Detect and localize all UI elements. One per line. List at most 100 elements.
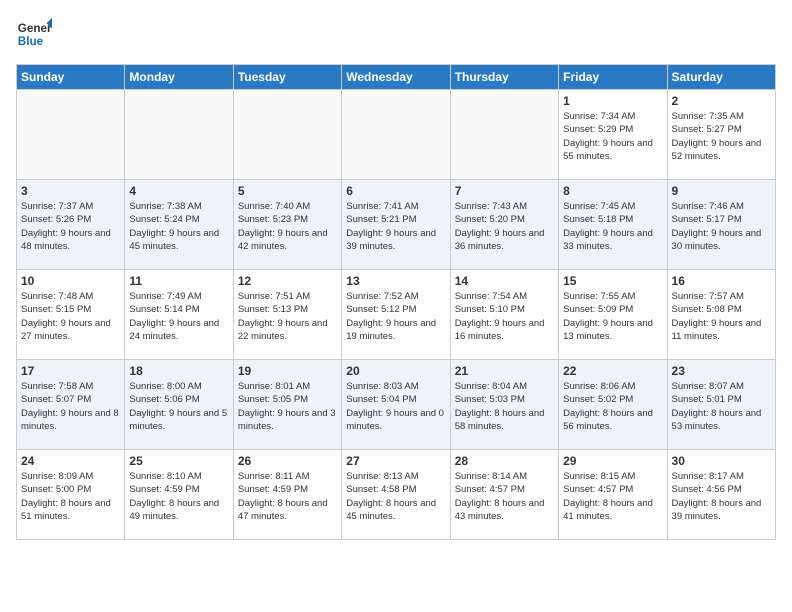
day-info: Sunrise: 7:57 AMSunset: 5:08 PMDaylight:… xyxy=(672,290,771,343)
day-number: 13 xyxy=(346,274,445,288)
calendar-cell: 30 Sunrise: 8:17 AMSunset: 4:56 PMDayligh… xyxy=(667,450,775,540)
day-number: 10 xyxy=(21,274,120,288)
day-info: Sunrise: 7:52 AMSunset: 5:12 PMDaylight:… xyxy=(346,290,445,343)
calendar-cell: 23Sunrise: 8:07 AMSunset: 5:01 PMDayligh… xyxy=(667,360,775,450)
day-info: Sunrise: 8:01 AMSunset: 5:05 PMDaylight:… xyxy=(238,380,337,433)
day-number: 8 xyxy=(563,184,662,198)
weekday-header: Friday xyxy=(559,65,667,90)
day-number: 16 xyxy=(672,274,771,288)
day-number: 4 xyxy=(129,184,228,198)
day-number: 7 xyxy=(455,184,554,198)
day-number: 6 xyxy=(346,184,445,198)
day-info: Sunrise: 8:17 AMSunset: 4:56 PMDaylight:… xyxy=(672,470,771,523)
calendar-cell: 2 Sunrise: 7:35 AMSunset: 5:27 PMDaylight… xyxy=(667,90,775,180)
calendar-cell: 19 Sunrise: 8:01 AMSunset: 5:05 PMDayligh… xyxy=(233,360,341,450)
calendar-cell: 28 Sunrise: 8:14 AMSunset: 4:57 PMDayligh… xyxy=(450,450,558,540)
day-info: Sunrise: 7:49 AMSunset: 5:14 PMDaylight:… xyxy=(129,290,228,343)
logo-icon: General Blue xyxy=(16,16,52,52)
calendar-cell: 15Sunrise: 7:55 AMSunset: 5:09 PMDayligh… xyxy=(559,270,667,360)
day-info: Sunrise: 7:34 AMSunset: 5:29 PMDaylight:… xyxy=(563,110,662,163)
day-info: Sunrise: 8:06 AMSunset: 5:02 PMDaylight:… xyxy=(563,380,662,433)
day-info: Sunrise: 7:40 AMSunset: 5:23 PMDaylight:… xyxy=(238,200,337,253)
calendar-cell: 10 Sunrise: 7:48 AMSunset: 5:15 PMDayligh… xyxy=(17,270,125,360)
day-info: Sunrise: 7:45 AMSunset: 5:18 PMDaylight:… xyxy=(563,200,662,253)
calendar-cell xyxy=(450,90,558,180)
calendar-cell xyxy=(17,90,125,180)
calendar-cell: 7 Sunrise: 7:43 AMSunset: 5:20 PMDaylight… xyxy=(450,180,558,270)
calendar-cell: 24 Sunrise: 8:09 AMSunset: 5:00 PMDayligh… xyxy=(17,450,125,540)
page-header: General Blue xyxy=(16,16,776,52)
calendar-cell: 13 Sunrise: 7:52 AMSunset: 5:12 PMDayligh… xyxy=(342,270,450,360)
calendar-cell: 12 Sunrise: 7:51 AMSunset: 5:13 PMDayligh… xyxy=(233,270,341,360)
day-number: 27 xyxy=(346,454,445,468)
calendar-cell xyxy=(233,90,341,180)
day-info: Sunrise: 7:54 AMSunset: 5:10 PMDaylight:… xyxy=(455,290,554,343)
day-number: 3 xyxy=(21,184,120,198)
calendar-cell: 9Sunrise: 7:46 AMSunset: 5:17 PMDaylight… xyxy=(667,180,775,270)
day-number: 15 xyxy=(563,274,662,288)
day-number: 25 xyxy=(129,454,228,468)
calendar-table: SundayMondayTuesdayWednesdayThursdayFrid… xyxy=(16,64,776,540)
calendar-week-row: 24 Sunrise: 8:09 AMSunset: 5:00 PMDayligh… xyxy=(17,450,776,540)
day-number: 19 xyxy=(238,364,337,378)
day-number: 29 xyxy=(563,454,662,468)
day-number: 12 xyxy=(238,274,337,288)
calendar-body: 1 Sunrise: 7:34 AMSunset: 5:29 PMDaylight… xyxy=(17,90,776,540)
day-info: Sunrise: 7:43 AMSunset: 5:20 PMDaylight:… xyxy=(455,200,554,253)
calendar-cell: 5 Sunrise: 7:40 AMSunset: 5:23 PMDaylight… xyxy=(233,180,341,270)
day-number: 14 xyxy=(455,274,554,288)
day-info: Sunrise: 7:37 AMSunset: 5:26 PMDaylight:… xyxy=(21,200,120,253)
day-info: Sunrise: 8:00 AMSunset: 5:06 PMDaylight:… xyxy=(129,380,228,433)
day-info: Sunrise: 7:35 AMSunset: 5:27 PMDaylight:… xyxy=(672,110,771,163)
day-number: 24 xyxy=(21,454,120,468)
day-number: 17 xyxy=(21,364,120,378)
calendar-cell xyxy=(125,90,233,180)
calendar-cell: 26Sunrise: 8:11 AMSunset: 4:59 PMDayligh… xyxy=(233,450,341,540)
day-info: Sunrise: 7:51 AMSunset: 5:13 PMDaylight:… xyxy=(238,290,337,343)
day-info: Sunrise: 7:41 AMSunset: 5:21 PMDaylight:… xyxy=(346,200,445,253)
calendar-week-row: 1 Sunrise: 7:34 AMSunset: 5:29 PMDaylight… xyxy=(17,90,776,180)
day-number: 5 xyxy=(238,184,337,198)
day-info: Sunrise: 8:15 AMSunset: 4:57 PMDaylight:… xyxy=(563,470,662,523)
calendar-week-row: 3 Sunrise: 7:37 AMSunset: 5:26 PMDaylight… xyxy=(17,180,776,270)
day-number: 9 xyxy=(672,184,771,198)
day-number: 1 xyxy=(563,94,662,108)
calendar-cell: 3 Sunrise: 7:37 AMSunset: 5:26 PMDaylight… xyxy=(17,180,125,270)
day-info: Sunrise: 7:58 AMSunset: 5:07 PMDaylight:… xyxy=(21,380,120,433)
day-number: 11 xyxy=(129,274,228,288)
day-info: Sunrise: 8:07 AMSunset: 5:01 PMDaylight:… xyxy=(672,380,771,433)
day-info: Sunrise: 8:03 AMSunset: 5:04 PMDaylight:… xyxy=(346,380,445,433)
calendar-week-row: 17 Sunrise: 7:58 AMSunset: 5:07 PMDayligh… xyxy=(17,360,776,450)
day-number: 28 xyxy=(455,454,554,468)
calendar-cell: 14 Sunrise: 7:54 AMSunset: 5:10 PMDayligh… xyxy=(450,270,558,360)
weekday-header: Thursday xyxy=(450,65,558,90)
svg-text:Blue: Blue xyxy=(18,35,44,48)
calendar-cell xyxy=(342,90,450,180)
day-info: Sunrise: 8:13 AMSunset: 4:58 PMDaylight:… xyxy=(346,470,445,523)
logo: General Blue xyxy=(16,16,52,52)
day-info: Sunrise: 8:09 AMSunset: 5:00 PMDaylight:… xyxy=(21,470,120,523)
calendar-cell: 21 Sunrise: 8:04 AMSunset: 5:03 PMDayligh… xyxy=(450,360,558,450)
day-info: Sunrise: 8:04 AMSunset: 5:03 PMDaylight:… xyxy=(455,380,554,433)
weekday-header: Sunday xyxy=(17,65,125,90)
calendar-cell: 6 Sunrise: 7:41 AMSunset: 5:21 PMDaylight… xyxy=(342,180,450,270)
day-number: 30 xyxy=(672,454,771,468)
calendar-cell: 17 Sunrise: 7:58 AMSunset: 5:07 PMDayligh… xyxy=(17,360,125,450)
day-info: Sunrise: 8:10 AMSunset: 4:59 PMDaylight:… xyxy=(129,470,228,523)
day-number: 22 xyxy=(563,364,662,378)
day-info: Sunrise: 7:48 AMSunset: 5:15 PMDaylight:… xyxy=(21,290,120,343)
calendar-cell: 1 Sunrise: 7:34 AMSunset: 5:29 PMDaylight… xyxy=(559,90,667,180)
day-info: Sunrise: 8:11 AMSunset: 4:59 PMDaylight:… xyxy=(238,470,337,523)
calendar-cell: 11 Sunrise: 7:49 AMSunset: 5:14 PMDayligh… xyxy=(125,270,233,360)
calendar-cell: 29 Sunrise: 8:15 AMSunset: 4:57 PMDayligh… xyxy=(559,450,667,540)
day-info: Sunrise: 8:14 AMSunset: 4:57 PMDaylight:… xyxy=(455,470,554,523)
weekday-header: Wednesday xyxy=(342,65,450,90)
calendar-cell: 16 Sunrise: 7:57 AMSunset: 5:08 PMDayligh… xyxy=(667,270,775,360)
day-number: 2 xyxy=(672,94,771,108)
calendar-header-row: SundayMondayTuesdayWednesdayThursdayFrid… xyxy=(17,65,776,90)
svg-text:General: General xyxy=(18,22,52,35)
day-info: Sunrise: 7:38 AMSunset: 5:24 PMDaylight:… xyxy=(129,200,228,253)
calendar-cell: 25 Sunrise: 8:10 AMSunset: 4:59 PMDayligh… xyxy=(125,450,233,540)
calendar-week-row: 10 Sunrise: 7:48 AMSunset: 5:15 PMDayligh… xyxy=(17,270,776,360)
day-number: 21 xyxy=(455,364,554,378)
